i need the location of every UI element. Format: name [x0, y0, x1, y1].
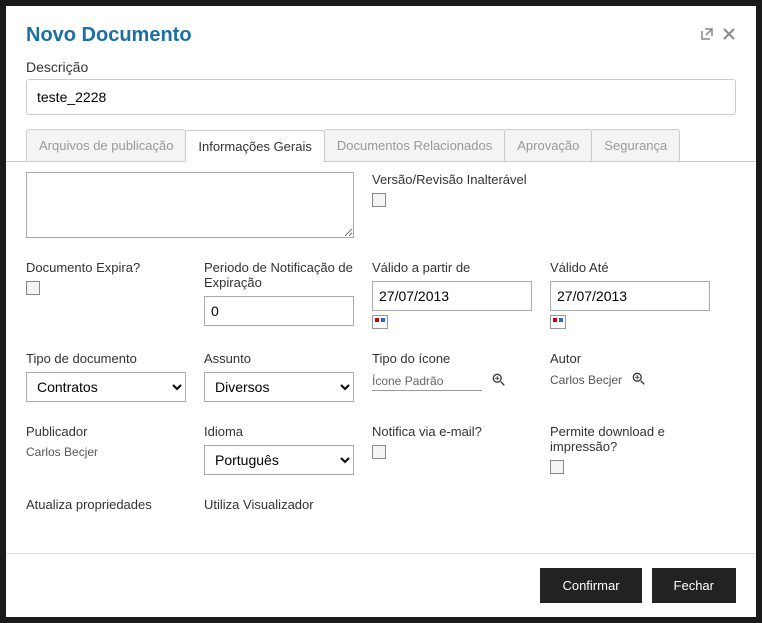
popout-icon[interactable] [700, 27, 714, 45]
tab-seguranca[interactable]: Segurança [591, 129, 680, 161]
periodo-input[interactable] [204, 296, 354, 326]
tipo-icone-value: Ícone Padrão [372, 372, 482, 391]
valido-ate-label: Válido Até [550, 260, 710, 275]
assunto-select[interactable]: Diversos [204, 372, 354, 402]
permite-download-label: Permite download e impressão? [550, 424, 710, 454]
calendar-icon[interactable] [372, 315, 388, 329]
versao-checkbox[interactable] [372, 193, 386, 207]
permite-download-checkbox[interactable] [550, 460, 564, 474]
modal-title: Novo Documento [26, 24, 192, 47]
periodo-label: Periodo de Notificação de Expiração [204, 260, 354, 290]
expira-checkbox[interactable] [26, 281, 40, 295]
autor-value: Carlos Becjer [550, 373, 622, 387]
description-input[interactable] [26, 79, 736, 115]
tipo-icone-label: Tipo do ícone [372, 351, 532, 366]
atualiza-label: Atualiza propriedades [26, 497, 186, 512]
autor-label: Autor [550, 351, 710, 366]
zoom-icon[interactable] [632, 372, 646, 389]
publicador-label: Publicador [26, 424, 186, 439]
idioma-select[interactable]: Português [204, 445, 354, 475]
tab-arquivos[interactable]: Arquivos de publicação [26, 129, 186, 161]
versao-label: Versão/Revisão Inalterável [372, 172, 710, 187]
utiliza-label: Utiliza Visualizador [204, 497, 354, 512]
tab-informacoes-gerais[interactable]: Informações Gerais [185, 130, 324, 162]
idioma-label: Idioma [204, 424, 354, 439]
tipo-doc-label: Tipo de documento [26, 351, 186, 366]
notifica-label: Notifica via e-mail? [372, 424, 532, 439]
description-label: Descrição [26, 59, 736, 75]
close-icon[interactable] [722, 27, 736, 45]
tab-documentos-relacionados[interactable]: Documentos Relacionados [324, 129, 505, 161]
valido-ate-input[interactable] [550, 281, 710, 311]
textarea-field[interactable] [26, 172, 354, 238]
zoom-icon[interactable] [492, 373, 506, 390]
assunto-label: Assunto [204, 351, 354, 366]
valido-de-label: Válido a partir de [372, 260, 532, 275]
tipo-doc-select[interactable]: Contratos [26, 372, 186, 402]
notifica-checkbox[interactable] [372, 445, 386, 459]
publicador-value: Carlos Becjer [26, 445, 186, 459]
close-button[interactable]: Fechar [652, 568, 736, 603]
valido-de-input[interactable] [372, 281, 532, 311]
expira-label: Documento Expira? [26, 260, 186, 275]
tab-aprovacao[interactable]: Aprovação [504, 129, 592, 161]
confirm-button[interactable]: Confirmar [540, 568, 641, 603]
calendar-icon[interactable] [550, 315, 566, 329]
tab-bar: Arquivos de publicação Informações Gerai… [6, 129, 756, 162]
